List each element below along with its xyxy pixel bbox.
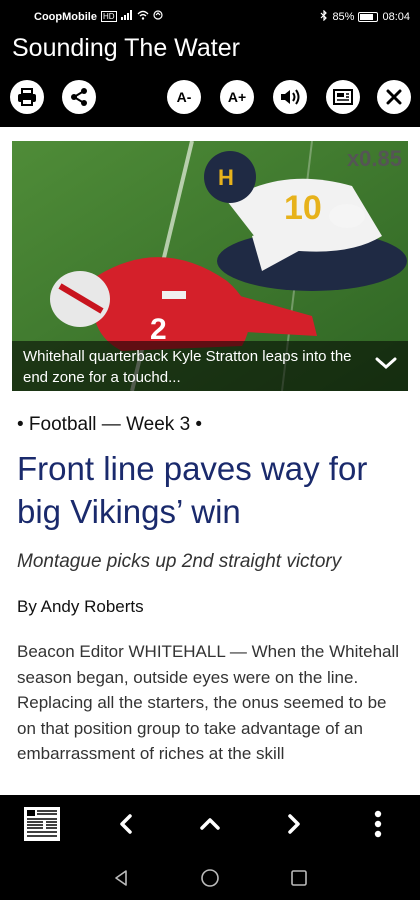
status-left: CoopMobile HD xyxy=(34,10,163,23)
article-kicker: • Football — Week 3 • xyxy=(17,414,203,435)
previous-button[interactable] xyxy=(106,795,146,853)
status-right: 85% 08:04 xyxy=(320,9,410,24)
up-icon xyxy=(200,818,220,830)
system-back-button[interactable] xyxy=(106,863,136,893)
scroll-up-button[interactable] xyxy=(190,795,230,853)
article-body: Beacon Editor WHITEHALL — When the White… xyxy=(17,642,400,763)
share-icon xyxy=(71,88,87,106)
triangle-back-icon xyxy=(115,870,127,886)
svg-text:10: 10 xyxy=(284,189,322,227)
pages-button[interactable] xyxy=(20,795,64,853)
back-icon xyxy=(120,814,132,834)
app-screen: CoopMobile HD 85% 08:04 Sounding The Wat… xyxy=(0,0,420,900)
forward-icon xyxy=(288,814,300,834)
clock: 08:04 xyxy=(382,11,410,23)
battery-icon xyxy=(358,12,379,22)
chevron-down-icon xyxy=(375,357,397,370)
hd-badge: HD xyxy=(100,11,117,22)
close-icon xyxy=(386,89,402,105)
read-aloud-button[interactable] xyxy=(273,80,307,114)
article-content[interactable]: 10 H 2 x0.85 Whitehall quarterback Kyle … xyxy=(0,127,420,795)
photo-caption[interactable]: Whitehall quarterback Kyle Stratton leap… xyxy=(12,341,408,391)
caption-text: Whitehall quarterback Kyle Stratton leap… xyxy=(23,348,352,386)
zoom-level: x0.85 xyxy=(346,146,402,171)
print-button[interactable] xyxy=(10,80,44,114)
carrier-label: CoopMobile xyxy=(34,10,97,23)
square-recents-icon xyxy=(291,870,307,886)
article-subhead: Montague picks up 2nd straight victory xyxy=(17,551,342,572)
pages-grid-icon xyxy=(24,807,60,841)
article-toolbar: A- A+ xyxy=(0,80,420,120)
article-headline: Front line paves way for big Vikings’ wi… xyxy=(17,450,368,530)
sync-icon xyxy=(152,10,163,23)
more-options-button[interactable] xyxy=(360,795,396,853)
svg-text:H: H xyxy=(218,165,234,190)
reader-mode-button[interactable] xyxy=(326,80,360,114)
more-icon xyxy=(374,810,382,838)
system-recents-button[interactable] xyxy=(284,863,314,893)
speaker-icon xyxy=(281,89,300,105)
circle-home-icon xyxy=(201,869,219,887)
print-icon xyxy=(18,88,36,106)
reader-icon xyxy=(333,89,353,105)
system-nav-bar xyxy=(0,853,420,900)
bluetooth-icon xyxy=(320,9,328,24)
reader-nav-bar xyxy=(0,795,420,853)
font-decrease-button[interactable]: A- xyxy=(167,80,201,114)
battery-percent: 85% xyxy=(332,11,355,23)
expand-caption-button[interactable] xyxy=(374,355,398,375)
article-byline: By Andy Roberts xyxy=(17,597,144,616)
signal-icon xyxy=(120,10,133,23)
system-home-button[interactable] xyxy=(195,863,225,893)
font-increase-button[interactable]: A+ xyxy=(220,80,254,114)
next-button[interactable] xyxy=(274,795,314,853)
wifi-icon xyxy=(137,10,149,23)
app-title: Sounding The Water xyxy=(12,34,240,62)
status-bar: CoopMobile HD 85% 08:04 xyxy=(0,0,420,32)
share-button[interactable] xyxy=(62,80,96,114)
close-button[interactable] xyxy=(377,80,411,114)
